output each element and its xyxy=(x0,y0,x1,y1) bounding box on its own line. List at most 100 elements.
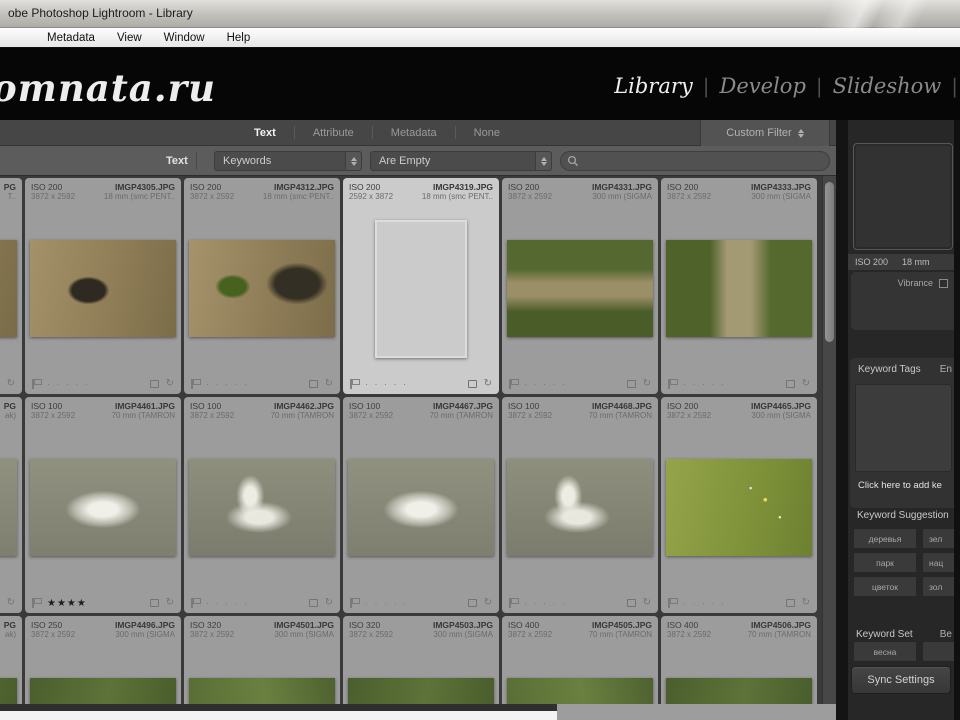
menu-metadata[interactable]: Metadata xyxy=(36,32,106,44)
rating-stars[interactable]: · · · · · xyxy=(206,598,249,608)
search-input[interactable] xyxy=(584,154,804,168)
keyword-suggestion-button[interactable]: деревья xyxy=(853,528,917,549)
vibrance-checkbox[interactable] xyxy=(939,278,948,288)
photo-thumbnail[interactable] xyxy=(30,678,176,704)
grid-cell[interactable]: ISO 200 IMGP4465.JPG 3872 x 2592 300 mm … xyxy=(661,397,817,613)
photo-thumbnail[interactable] xyxy=(666,459,812,556)
photo-thumbnail[interactable] xyxy=(0,459,17,556)
photo-thumbnail[interactable] xyxy=(507,459,653,556)
photo-thumbnail[interactable] xyxy=(30,240,176,337)
grid-scrollbar[interactable] xyxy=(822,176,836,704)
flag-icon[interactable] xyxy=(509,598,519,608)
keyword-set-button[interactable]: весна xyxy=(853,641,917,662)
keyword-suggestion-button[interactable]: парк xyxy=(853,552,917,573)
rotate-icon[interactable]: ↻ xyxy=(484,379,492,389)
rotate-icon[interactable]: ↻ xyxy=(325,379,333,389)
search-field-dropdown[interactable]: Keywords xyxy=(214,151,362,171)
rotate-icon[interactable]: ↻ xyxy=(7,379,15,389)
grid-cell[interactable]: ISO 200 IMGP4331.JPG 3872 x 2592 300 mm … xyxy=(502,178,658,394)
dropdown-stepper-icon[interactable] xyxy=(345,152,361,170)
dropdown-stepper-icon[interactable] xyxy=(535,152,551,170)
custom-filter-dropdown[interactable]: Custom Filter xyxy=(700,120,830,146)
photo-thumbnail[interactable] xyxy=(375,219,467,358)
module-slideshow[interactable]: Slideshow xyxy=(823,74,952,98)
grid-cell[interactable]: ISO 100 IMGP4461.JPG 3872 x 2592 70 mm (… xyxy=(25,397,181,613)
photo-thumbnail[interactable] xyxy=(666,678,812,704)
rotate-icon[interactable]: ↻ xyxy=(7,598,15,608)
flag-icon[interactable] xyxy=(350,598,360,608)
grid-cell[interactable]: ISO 200 IMGP4312.JPG 3872 x 2592 18 mm (… xyxy=(184,178,340,394)
grid-cell[interactable]: ISO 200 IMGP4319.JPG 2592 x 3872 18 mm (… xyxy=(343,178,499,394)
menu-view[interactable]: View xyxy=(106,32,153,44)
grid-cell[interactable]: PG T.. · · · · · ↻ xyxy=(0,178,22,394)
rotate-icon[interactable]: ↻ xyxy=(643,598,651,608)
filter-tab-attribute[interactable]: Attribute xyxy=(295,127,372,139)
photo-thumbnail[interactable] xyxy=(189,459,335,556)
keyword-tags-mode[interactable]: En xyxy=(940,364,952,375)
rating-stars[interactable]: · · · · · xyxy=(683,379,726,389)
grid-cell[interactable]: ISO 200 IMGP4333.JPG 3872 x 2592 300 mm … xyxy=(661,178,817,394)
rating-stars[interactable]: · · · · · xyxy=(206,379,249,389)
photo-thumbnail[interactable] xyxy=(507,678,653,704)
keyword-suggestion-button[interactable]: цветок xyxy=(853,576,917,597)
grid-cell[interactable]: ISO 100 IMGP4467.JPG 3872 x 2592 70 mm (… xyxy=(343,397,499,613)
photo-thumbnail[interactable] xyxy=(189,678,335,704)
rating-stars[interactable]: · · · · · xyxy=(47,379,90,389)
rotate-icon[interactable]: ↻ xyxy=(802,379,810,389)
grid-cell[interactable]: ISO 400 IMGP4505.JPG 3872 x 2592 70 mm (… xyxy=(502,616,658,704)
rotate-icon[interactable]: ↻ xyxy=(484,598,492,608)
rotate-icon[interactable]: ↻ xyxy=(166,598,174,608)
grid-cell[interactable]: PG ak) · · · · · ↻ xyxy=(0,397,22,613)
rotate-icon[interactable]: ↻ xyxy=(325,598,333,608)
search-condition-dropdown[interactable]: Are Empty xyxy=(370,151,552,171)
keyword-suggestion-button[interactable]: зел xyxy=(922,528,954,549)
flag-icon[interactable] xyxy=(32,379,42,389)
rotate-icon[interactable]: ↻ xyxy=(802,598,810,608)
photo-thumbnail[interactable] xyxy=(348,678,494,704)
menu-window[interactable]: Window xyxy=(153,32,216,44)
rotate-icon[interactable]: ↻ xyxy=(643,379,651,389)
photo-thumbnail[interactable] xyxy=(666,240,812,337)
keyword-set-button[interactable] xyxy=(922,641,954,662)
module-library[interactable]: Library xyxy=(604,74,703,98)
flag-icon[interactable] xyxy=(191,379,201,389)
grid-cell[interactable]: ISO 200 IMGP4305.JPG 3872 x 2592 18 mm (… xyxy=(25,178,181,394)
keyword-suggestion-button[interactable]: нац xyxy=(922,552,954,573)
grid-cell[interactable]: ISO 320 IMGP4503.JPG 3872 x 2592 300 mm … xyxy=(343,616,499,704)
rating-stars[interactable]: · · · · · xyxy=(524,379,567,389)
rating-stars[interactable]: · · · · · xyxy=(524,598,567,608)
sync-settings-button[interactable]: Sync Settings xyxy=(851,666,951,694)
rating-stars[interactable]: · · · · · xyxy=(683,598,726,608)
add-keywords-hint[interactable]: Click here to add ke xyxy=(858,480,954,491)
grid-cell[interactable]: PG ak) · · · · · ↻ xyxy=(0,616,22,704)
photo-thumbnail[interactable] xyxy=(189,240,335,337)
rating-stars[interactable]: · · · · · xyxy=(365,598,408,608)
flag-icon[interactable] xyxy=(191,598,201,608)
rotate-icon[interactable]: ↻ xyxy=(166,379,174,389)
grid-cell[interactable]: ISO 250 IMGP4496.JPG 3872 x 2592 300 mm … xyxy=(25,616,181,704)
photo-thumbnail[interactable] xyxy=(507,240,653,337)
scrollbar-thumb[interactable] xyxy=(825,182,834,342)
flag-icon[interactable] xyxy=(668,379,678,389)
search-box[interactable] xyxy=(560,151,830,171)
grid-cell[interactable]: ISO 320 IMGP4501.JPG 3872 x 2592 300 mm … xyxy=(184,616,340,704)
photo-thumbnail[interactable] xyxy=(0,240,17,337)
photo-thumbnail[interactable] xyxy=(348,459,494,556)
flag-icon[interactable] xyxy=(350,379,360,389)
photo-thumbnail[interactable] xyxy=(30,459,176,556)
grid-cell[interactable]: ISO 400 IMGP4506.JPG 3872 x 2592 70 mm (… xyxy=(661,616,817,704)
filter-tab-text[interactable]: Text xyxy=(236,127,294,139)
grid-cell[interactable]: ISO 100 IMGP4462.JPG 3872 x 2592 70 mm (… xyxy=(184,397,340,613)
flag-icon[interactable] xyxy=(668,598,678,608)
filter-tab-metadata[interactable]: Metadata xyxy=(373,127,455,139)
flag-icon[interactable] xyxy=(509,379,519,389)
filter-tab-none[interactable]: None xyxy=(456,127,518,139)
keyword-suggestion-button[interactable]: зол xyxy=(922,576,954,597)
rating-stars[interactable]: ★★★★ xyxy=(47,598,87,609)
flag-icon[interactable] xyxy=(32,598,42,608)
title-bar[interactable]: obe Photoshop Lightroom - Library xyxy=(0,0,960,28)
keyword-set-value[interactable]: Ве xyxy=(940,629,952,640)
module-develop[interactable]: Develop xyxy=(710,74,816,98)
keyword-entry-box[interactable] xyxy=(855,384,952,472)
rating-stars[interactable]: · · · · · xyxy=(365,379,408,389)
